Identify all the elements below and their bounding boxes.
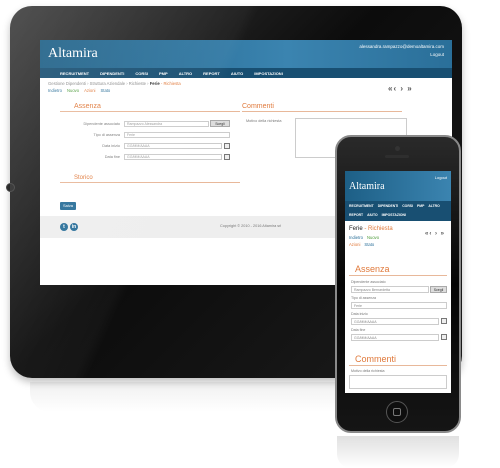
subnav-indietro[interactable]: Indietro bbox=[48, 88, 62, 93]
phone-speaker bbox=[385, 155, 409, 158]
phone-reflection bbox=[337, 436, 459, 468]
breadcrumb-path[interactable]: Gestione Dipendenti › Struttura Aziendal… bbox=[48, 81, 149, 86]
calendar-icon[interactable] bbox=[441, 318, 447, 324]
copyright-text: Copyright © 2010 - 2016 Altamira srl bbox=[220, 224, 282, 228]
input-tipo-assenza[interactable]: Ferie bbox=[351, 302, 447, 309]
nav-item-pmp[interactable]: PMP bbox=[417, 204, 424, 208]
nav-item-corsi[interactable]: CORSI bbox=[402, 204, 413, 208]
breadcrumb-suffix: - Richiesta bbox=[160, 81, 181, 86]
label-data-fine: Data fine bbox=[351, 328, 366, 332]
phone-pager[interactable]: «‹ › » bbox=[425, 231, 445, 237]
input-data-fine[interactable]: GG/MM/AAAA bbox=[351, 334, 439, 341]
input-tipo-assenza[interactable]: Ferie bbox=[124, 132, 230, 138]
input-dipendente[interactable]: Rampazzo Bernardetta bbox=[351, 286, 429, 293]
home-square-icon bbox=[393, 408, 401, 416]
phone-camera bbox=[395, 146, 400, 151]
tablet-subnav: Indietro Nuovo Azioni Stato bbox=[48, 88, 110, 93]
save-button[interactable]: Salva bbox=[60, 202, 76, 210]
title-suffix: - Richiesta bbox=[364, 226, 393, 232]
divider bbox=[60, 111, 240, 112]
label-dipendente: Dipendente associato bbox=[83, 122, 120, 126]
subnav-nuovo[interactable]: Nuovo bbox=[367, 235, 379, 240]
twitter-icon[interactable]: t bbox=[60, 223, 68, 231]
tablet-breadcrumb: Gestione Dipendenti › Struttura Aziendal… bbox=[48, 81, 181, 86]
label-data-inizio: Data inizio bbox=[351, 312, 368, 316]
section-assenza-title: Assenza bbox=[74, 103, 101, 110]
nav-item-altro[interactable]: ALTRO bbox=[179, 71, 192, 76]
phone-subnav-row1: Indietro Nuovo bbox=[349, 235, 379, 240]
phone-nav-row2: REPORT AIUTO IMPOSTAZIONI bbox=[349, 213, 406, 217]
nav-item-aiuto[interactable]: AIUTO bbox=[367, 213, 378, 217]
section-storico-title[interactable]: Storico bbox=[74, 175, 93, 181]
tablet-pager[interactable]: «‹ › » bbox=[388, 84, 413, 93]
nav-item-report[interactable]: REPORT bbox=[203, 71, 220, 76]
subnav-indietro[interactable]: Indietro bbox=[349, 235, 363, 240]
subnav-nuovo[interactable]: Nuovo bbox=[67, 88, 79, 93]
phone-logo: Altamira bbox=[349, 181, 385, 192]
input-data-inizio[interactable]: GG/MM/AAAA bbox=[351, 318, 439, 325]
tablet-nav-bar: RECRUITMENT DIPENDENTI CORSI PMP ALTRO R… bbox=[40, 68, 452, 78]
nav-item-pmp[interactable]: PMP bbox=[159, 71, 168, 76]
label-motivo: Motivo della richiesta bbox=[246, 119, 282, 123]
linkedin-icon[interactable]: in bbox=[70, 223, 78, 231]
input-data-fine[interactable]: GG/MM/AAAA bbox=[124, 154, 222, 160]
subnav-stato[interactable]: Stato bbox=[100, 88, 110, 93]
label-motivo: Motivo della richiesta bbox=[351, 369, 385, 373]
nav-item-impostazioni[interactable]: IMPOSTAZIONI bbox=[382, 213, 406, 217]
label-data-fine: Data fine bbox=[104, 155, 120, 159]
label-tipo-assenza: Tipo di assenza bbox=[93, 133, 120, 137]
nav-item-recruitment[interactable]: RECRUITMENT bbox=[349, 204, 374, 208]
nav-item-impostazioni[interactable]: IMPOSTAZIONI bbox=[254, 71, 283, 76]
nav-item-dipendenti[interactable]: DIPENDENTI bbox=[378, 204, 399, 208]
textarea-motivo[interactable] bbox=[349, 375, 447, 389]
subnav-stato[interactable]: Stato bbox=[364, 242, 374, 247]
divider bbox=[349, 365, 447, 366]
section-assenza-title: Assenza bbox=[355, 264, 390, 274]
subnav-azioni[interactable]: Azioni bbox=[349, 242, 360, 247]
nav-item-report[interactable]: REPORT bbox=[349, 213, 363, 217]
divider bbox=[242, 111, 402, 112]
section-commenti-title: Commenti bbox=[355, 354, 397, 364]
phone-nav-row1: RECRUITMENT DIPENDENTI CORSI PMP ALTRO bbox=[349, 204, 440, 208]
label-dipendente: Dipendente associato bbox=[351, 280, 386, 284]
label-tipo-assenza: Tipo di assenza bbox=[351, 296, 377, 300]
nav-item-altro[interactable]: ALTRO bbox=[428, 204, 439, 208]
nav-item-dipendenti[interactable]: DIPENDENTI bbox=[100, 71, 124, 76]
label-data-inizio: Data inizio bbox=[102, 144, 120, 148]
tablet-logo: Altamira bbox=[48, 46, 98, 61]
nav-item-aiuto[interactable]: AIUTO bbox=[231, 71, 243, 76]
section-commenti-title: Commenti bbox=[242, 103, 274, 110]
nav-item-corsi[interactable]: CORSI bbox=[135, 71, 148, 76]
tablet-home-button bbox=[6, 183, 15, 192]
nav-item-recruitment[interactable]: RECRUITMENT bbox=[60, 71, 89, 76]
calendar-icon[interactable] bbox=[224, 143, 230, 149]
tablet-logout-link[interactable]: Logout bbox=[430, 52, 444, 57]
calendar-icon[interactable] bbox=[224, 154, 230, 160]
input-dipendente[interactable]: Rampazzo Alessandra bbox=[124, 121, 209, 127]
phone-logout-link[interactable]: Logout bbox=[435, 175, 447, 180]
phone-subnav-row2: Azioni Stato bbox=[349, 242, 374, 247]
scegli-button[interactable]: Scegli bbox=[430, 286, 447, 293]
phone-screen: Altamira Logout RECRUITMENT DIPENDENTI C… bbox=[345, 171, 451, 393]
divider bbox=[349, 275, 447, 276]
title-current: Ferie bbox=[349, 226, 363, 232]
divider bbox=[60, 182, 240, 183]
calendar-icon[interactable] bbox=[441, 334, 447, 340]
subnav-azioni[interactable]: Azioni bbox=[84, 88, 95, 93]
scegli-button[interactable]: Scegli bbox=[210, 120, 230, 127]
phone-page-title: Ferie - Richiesta bbox=[349, 226, 393, 232]
breadcrumb-current: Ferie bbox=[149, 81, 160, 86]
input-data-inizio[interactable]: GG/MM/AAAA bbox=[124, 143, 222, 149]
tablet-user-email: alessandra.rampazzo@demoaltamira.com bbox=[359, 44, 444, 49]
